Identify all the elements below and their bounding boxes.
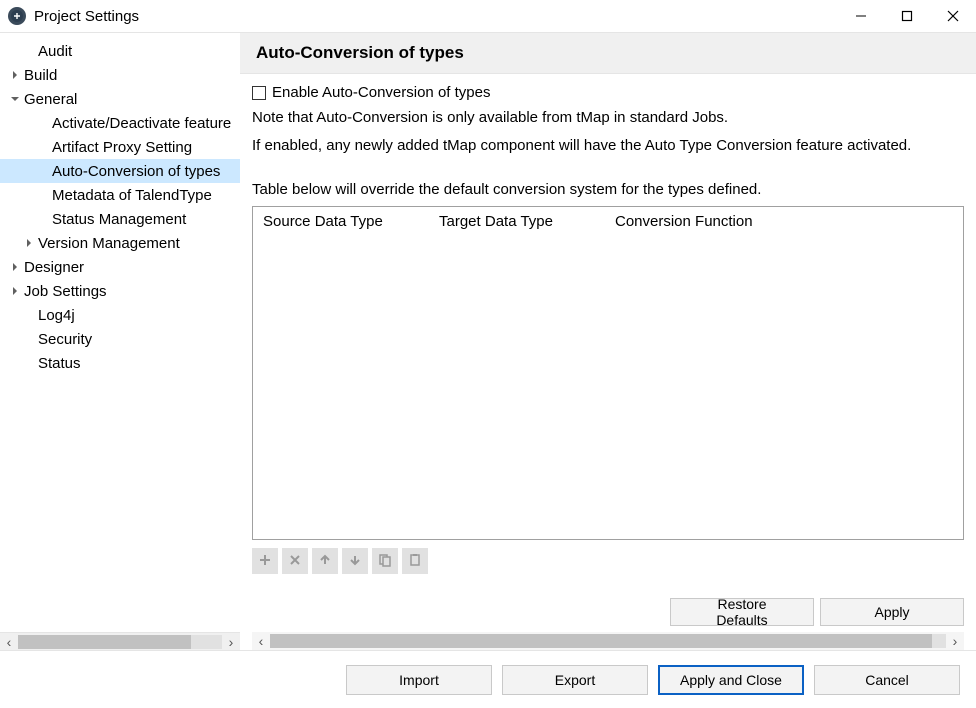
export-button[interactable]: Export <box>502 665 648 695</box>
tree-item[interactable]: Metadata of TalendType <box>0 183 240 207</box>
content-body: Enable Auto-Conversion of types Note tha… <box>240 74 976 650</box>
minimize-button[interactable] <box>838 0 884 32</box>
tree-item-label: Audit <box>36 43 72 60</box>
tree-item[interactable]: Auto-Conversion of types <box>0 159 240 183</box>
tree-item[interactable]: Status Management <box>0 207 240 231</box>
tree-item[interactable]: Log4j <box>0 303 240 327</box>
titlebar: Project Settings <box>0 0 976 32</box>
restore-defaults-button[interactable]: Restore Defaults <box>670 598 814 626</box>
maximize-button[interactable] <box>884 0 930 32</box>
table-header: Source Data Type Target Data Type Conver… <box>253 207 963 236</box>
add-row-button[interactable] <box>252 548 278 574</box>
tree-item-label: Security <box>36 331 92 348</box>
tree-item[interactable]: Job Settings <box>0 279 240 303</box>
import-button[interactable]: Import <box>346 665 492 695</box>
scroll-thumb[interactable] <box>270 634 932 648</box>
table-toolbar <box>252 548 964 574</box>
tree-item[interactable]: Status <box>0 351 240 375</box>
col-source-data-type[interactable]: Source Data Type <box>253 207 429 236</box>
x-icon <box>288 553 302 570</box>
tree-item-label: Auto-Conversion of types <box>50 163 220 180</box>
window-controls <box>838 0 976 32</box>
note-line-1: Note that Auto-Conversion is only availa… <box>252 107 964 129</box>
cancel-button[interactable]: Cancel <box>814 665 960 695</box>
move-down-button[interactable] <box>342 548 368 574</box>
tree-item-label: Metadata of TalendType <box>50 187 212 204</box>
col-target-data-type[interactable]: Target Data Type <box>429 207 605 236</box>
tree-item-label: Job Settings <box>22 283 107 300</box>
scroll-right-icon[interactable]: › <box>946 632 964 650</box>
window-title: Project Settings <box>34 8 838 25</box>
apply-and-close-button[interactable]: Apply and Close <box>658 665 804 695</box>
scroll-left-icon[interactable]: ‹ <box>0 633 18 651</box>
tree-item-label: General <box>22 91 77 108</box>
scroll-right-icon[interactable]: › <box>222 633 240 651</box>
tree-item[interactable]: Security <box>0 327 240 351</box>
tree-item-label: Status Management <box>50 211 186 228</box>
note-line-2: If enabled, any newly added tMap compone… <box>252 135 964 157</box>
arrow-up-icon <box>318 553 332 570</box>
tree-item-label: Version Management <box>36 235 180 252</box>
tree-item[interactable]: Artifact Proxy Setting <box>0 135 240 159</box>
tree-item-label: Log4j <box>36 307 75 324</box>
expander-open-icon[interactable] <box>8 95 22 103</box>
copy-icon <box>378 553 392 570</box>
scroll-track[interactable] <box>18 635 222 649</box>
tree-item[interactable]: Build <box>0 63 240 87</box>
content-horizontal-scrollbar[interactable]: ‹ › <box>252 632 964 650</box>
dialog-body: Audit Build General Activate/Deactivate fea… <box>0 32 976 650</box>
tree-item-label: Build <box>22 67 57 84</box>
scroll-track[interactable] <box>270 634 946 648</box>
enable-auto-conversion-label: Enable Auto-Conversion of types <box>272 84 490 101</box>
enable-auto-conversion-checkbox[interactable] <box>252 86 266 100</box>
tree-item[interactable]: Designer <box>0 255 240 279</box>
tree-item-label: Status <box>36 355 81 372</box>
defaults-row: Restore Defaults Apply <box>252 598 964 626</box>
content-pane: Auto-Conversion of types Enable Auto-Con… <box>240 33 976 650</box>
conversion-table: Source Data Type Target Data Type Conver… <box>252 206 964 541</box>
table-hint: Table below will override the default co… <box>252 181 964 198</box>
tree-item-label: Artifact Proxy Setting <box>50 139 192 156</box>
table-body <box>253 236 963 540</box>
scroll-left-icon[interactable]: ‹ <box>252 632 270 650</box>
tree-item-label: Designer <box>22 259 84 276</box>
expander-closed-icon[interactable] <box>8 263 22 271</box>
tree-item[interactable]: Version Management <box>0 231 240 255</box>
sidebar: Audit Build General Activate/Deactivate fea… <box>0 33 240 650</box>
tree-item[interactable]: Activate/Deactivate feature <box>0 111 240 135</box>
tree-item[interactable]: Audit <box>0 39 240 63</box>
enable-auto-conversion-row: Enable Auto-Conversion of types <box>252 84 964 101</box>
arrow-down-icon <box>348 553 362 570</box>
apply-button[interactable]: Apply <box>820 598 964 626</box>
dialog-footer: Import Export Apply and Close Cancel <box>0 650 976 708</box>
tree-item[interactable]: General <box>0 87 240 111</box>
col-conversion-function[interactable]: Conversion Function <box>605 207 963 236</box>
sidebar-horizontal-scrollbar[interactable]: ‹ › <box>0 632 240 650</box>
expander-closed-icon[interactable] <box>22 239 36 247</box>
page-title: Auto-Conversion of types <box>240 33 976 74</box>
app-icon <box>8 7 26 25</box>
scroll-thumb[interactable] <box>18 635 191 649</box>
expander-closed-icon[interactable] <box>8 71 22 79</box>
paste-icon <box>408 553 422 570</box>
move-up-button[interactable] <box>312 548 338 574</box>
plus-icon <box>258 553 272 570</box>
close-button[interactable] <box>930 0 976 32</box>
paste-button[interactable] <box>402 548 428 574</box>
delete-row-button[interactable] <box>282 548 308 574</box>
expander-closed-icon[interactable] <box>8 287 22 295</box>
copy-button[interactable] <box>372 548 398 574</box>
settings-tree: Audit Build General Activate/Deactivate fea… <box>0 33 240 632</box>
tree-item-label: Activate/Deactivate feature <box>50 115 231 132</box>
